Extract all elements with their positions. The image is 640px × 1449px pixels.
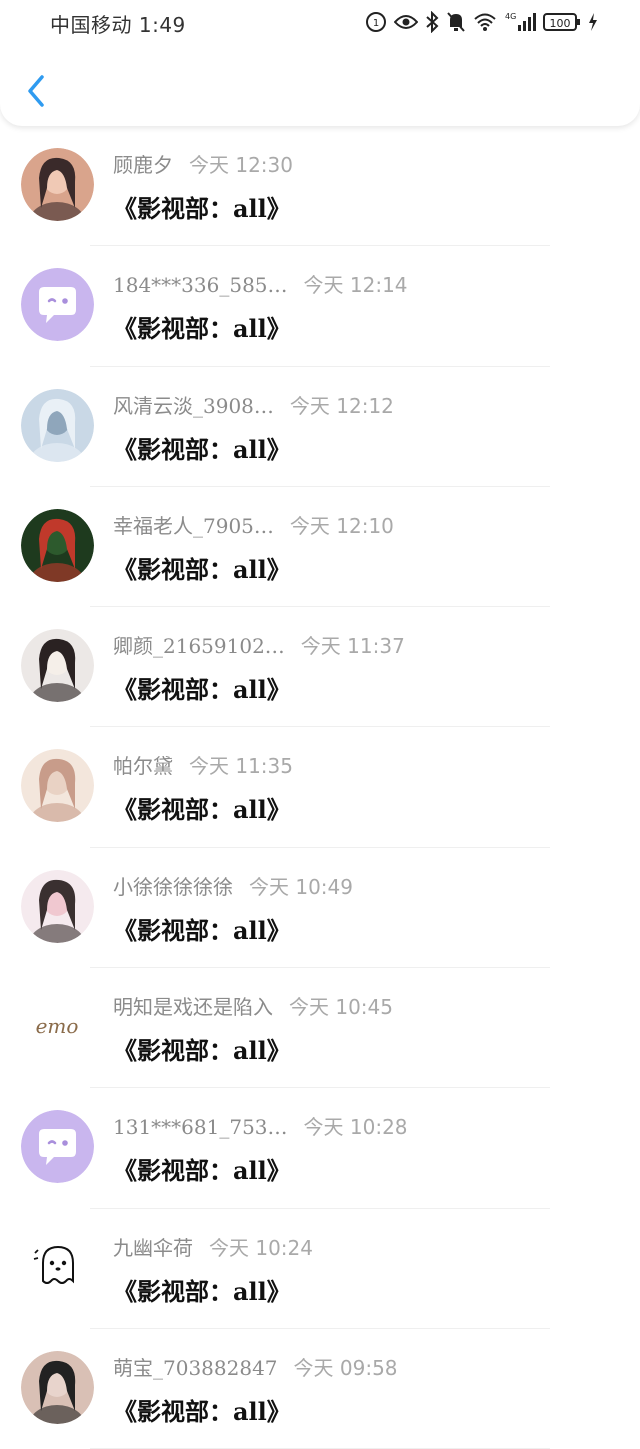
message-text: 《影视部：all》 <box>113 434 291 464</box>
message-row[interactable]: 九幽伞荷 今天 10:24 《影视部：all》 <box>0 1209 640 1329</box>
wifi-icon <box>473 10 497 34</box>
sender-line: 卿颜_21659102… 今天 11:37 <box>113 630 405 659</box>
sender-line: 顾鹿夕 今天 12:30 <box>113 149 293 178</box>
avatar[interactable] <box>21 1350 94 1424</box>
avatar[interactable] <box>21 148 94 221</box>
message-row[interactable]: 184***336_585… 今天 12:14 《影视部：all》 <box>0 246 640 367</box>
charging-icon <box>588 10 598 34</box>
avatar[interactable] <box>21 749 94 823</box>
avatar[interactable] <box>21 268 94 342</box>
signal-4g-icon: 4G <box>504 10 536 34</box>
sender-line: 帕尔黛 今天 11:35 <box>113 750 293 779</box>
sender-line: 131***681_753… 今天 10:28 <box>113 1111 408 1140</box>
sender-line: 九幽伞荷 今天 10:24 <box>113 1232 313 1261</box>
status-icons: 1 4G 100 <box>365 9 598 35</box>
message-row[interactable]: 风清云淡_3908… 今天 12:12 《影视部：all》 <box>0 367 640 487</box>
sender-line: 幸福老人_7905… 今天 12:10 <box>113 510 394 539</box>
message-text: 《影视部：all》 <box>113 1156 291 1186</box>
message-time: 今天 10:45 <box>289 995 393 1020</box>
eye-icon <box>394 10 418 34</box>
sender-name[interactable]: 明知是戏还是陷入 <box>113 995 273 1019</box>
sender-line: 184***336_585… 今天 12:14 <box>113 269 408 298</box>
avatar[interactable] <box>21 1110 94 1184</box>
message-time: 今天 12:10 <box>289 513 394 538</box>
sender-line: 风清云淡_3908… 今天 12:12 <box>113 390 394 419</box>
message-row[interactable]: 萌宝_703882847 今天 09:58 《影视部：all》 <box>0 1329 640 1449</box>
sender-name[interactable]: 九幽伞荷 <box>113 1236 193 1260</box>
status-bar: 中国移动 1:49 1 4G 100 <box>0 0 640 44</box>
message-text: 《影视部：all》 <box>113 194 291 223</box>
message-time: 今天 09:58 <box>293 1355 398 1380</box>
avatar[interactable] <box>21 629 94 703</box>
battery-icon: 100 <box>543 10 581 34</box>
sender-name[interactable]: 卿颜_21659102… <box>113 634 285 658</box>
avatar[interactable] <box>21 388 94 462</box>
message-text: 《影视部：all》 <box>113 675 291 705</box>
sender-name[interactable]: 184***336_585… <box>113 273 288 297</box>
message-row[interactable]: emo 明知是戏还是陷入 今天 10:45 《影视部：all》 <box>0 968 640 1089</box>
message-text: 《影视部：all》 <box>113 915 291 945</box>
avatar[interactable]: emo <box>21 990 94 1064</box>
chevron-left-icon <box>28 75 44 107</box>
hd-call-icon: 1 <box>365 10 387 34</box>
message-time: 今天 10:28 <box>303 1115 408 1140</box>
network-label: 4G <box>505 12 516 21</box>
message-list: 顾鹿夕 今天 12:30 《影视部：all》 184***336_585… 今天 12:… <box>0 126 640 1449</box>
message-row[interactable]: 卿颜_21659102… 今天 11:37 《影视部：all》 <box>0 607 640 728</box>
sender-line: 小徐徐徐徐徐 今天 10:49 <box>113 871 353 900</box>
svg-text:emo: emo <box>36 1014 79 1038</box>
message-time: 今天 11:37 <box>300 634 405 659</box>
sender-line: 萌宝_703882847 今天 09:58 <box>113 1352 398 1381</box>
sender-name[interactable]: 帕尔黛 <box>113 754 173 778</box>
bluetooth-icon <box>425 10 439 34</box>
message-row[interactable]: 帕尔黛 今天 11:35 《影视部：all》 <box>0 727 640 848</box>
sender-name[interactable]: 小徐徐徐徐徐 <box>113 875 233 899</box>
sender-name[interactable]: 幸福老人_7905… <box>113 514 274 538</box>
top-bar: 中国移动 1:49 1 4G 100 <box>0 0 640 126</box>
avatar[interactable] <box>21 869 94 943</box>
message-time: 今天 12:14 <box>303 273 408 298</box>
message-time: 今天 11:35 <box>189 754 293 779</box>
message-text: 《影视部：all》 <box>113 795 291 825</box>
sender-name[interactable]: 萌宝_703882847 <box>113 1356 278 1380</box>
carrier-time: 中国移动 1:49 <box>50 13 186 37</box>
sender-name[interactable]: 131***681_753… <box>113 1115 288 1139</box>
svg-text:1: 1 <box>373 18 379 29</box>
message-row[interactable]: 幸福老人_7905… 今天 12:10 《影视部：all》 <box>0 487 640 608</box>
message-text: 《影视部：all》 <box>113 1396 291 1426</box>
message-time: 今天 10:49 <box>249 874 353 899</box>
back-button[interactable] <box>20 72 52 110</box>
mute-bell-icon <box>446 10 466 34</box>
sender-name[interactable]: 顾鹿夕 <box>113 153 173 177</box>
message-row[interactable]: 小徐徐徐徐徐 今天 10:49 《影视部：all》 <box>0 848 640 969</box>
avatar[interactable] <box>21 508 94 582</box>
message-row[interactable]: 顾鹿夕 今天 12:30 《影视部：all》 <box>0 126 640 247</box>
message-time: 今天 12:30 <box>189 153 293 177</box>
message-text: 《影视部：all》 <box>113 554 291 584</box>
message-time: 今天 12:12 <box>289 393 394 418</box>
sender-name[interactable]: 风清云淡_3908… <box>113 394 274 418</box>
message-time: 今天 10:24 <box>209 1235 313 1260</box>
sender-line: 明知是戏还是陷入 今天 10:45 <box>113 991 393 1020</box>
message-row[interactable]: 131***681_753… 今天 10:28 《影视部：all》 <box>0 1088 640 1209</box>
message-text: 《影视部：all》 <box>113 1276 291 1306</box>
avatar[interactable] <box>21 1230 94 1304</box>
message-text: 《影视部：all》 <box>113 314 291 344</box>
message-text: 《影视部：all》 <box>113 1036 291 1066</box>
battery-level: 100 <box>550 17 571 30</box>
